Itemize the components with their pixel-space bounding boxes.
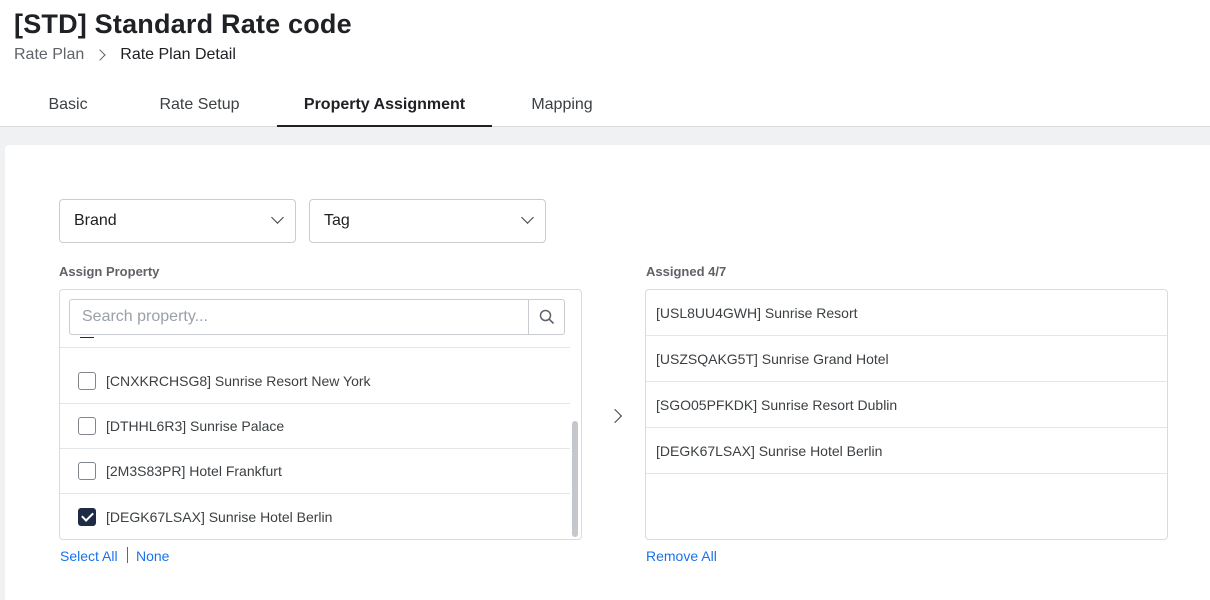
select-none-link[interactable]: None bbox=[136, 548, 169, 564]
assigned-count-label: Assigned 4/7 bbox=[646, 264, 727, 279]
list-scrollbar[interactable] bbox=[572, 421, 578, 537]
list-item bbox=[60, 334, 570, 348]
page-header: [STD] Standard Rate code Rate Plan Rate … bbox=[0, 0, 1210, 127]
checkbox[interactable] bbox=[78, 417, 96, 435]
tag-select[interactable]: Tag bbox=[309, 199, 546, 243]
checkbox-checked[interactable] bbox=[78, 507, 96, 526]
property-label: [CNXKRCHSG8] Sunrise Resort New York bbox=[106, 373, 371, 389]
chevron-down-icon bbox=[271, 211, 284, 224]
available-property-list: [CNXKRCHSG8] Sunrise Resort New York [DT… bbox=[59, 289, 582, 540]
assigned-property-list: [USL8UU4GWH] Sunrise Resort [USZSQAKG5T]… bbox=[645, 289, 1168, 540]
search-button[interactable] bbox=[528, 300, 564, 334]
tab-rate-setup[interactable]: Rate Setup bbox=[159, 86, 240, 127]
brand-select-value: Brand bbox=[74, 212, 117, 229]
assigned-list-item[interactable]: [DEGK67LSAX] Sunrise Hotel Berlin bbox=[646, 428, 1167, 474]
tab-property-assignment[interactable]: Property Assignment bbox=[277, 86, 492, 127]
page-title: [STD] Standard Rate code bbox=[14, 9, 352, 39]
assigned-list-item[interactable]: [USL8UU4GWH] Sunrise Resort bbox=[646, 290, 1167, 336]
move-right-icon[interactable] bbox=[607, 408, 623, 424]
list-item[interactable]: [DTHHL6R3] Sunrise Palace bbox=[60, 404, 570, 449]
assigned-list-item[interactable]: [SGO05PFKDK] Sunrise Resort Dublin bbox=[646, 382, 1167, 428]
breadcrumb-current: Rate Plan Detail bbox=[120, 46, 236, 63]
checkbox[interactable] bbox=[78, 372, 96, 390]
chevron-down-icon bbox=[521, 211, 534, 224]
breadcrumb: Rate Plan Rate Plan Detail bbox=[14, 46, 236, 64]
tab-basic[interactable]: Basic bbox=[38, 86, 98, 127]
property-assignment-card: Brand Tag Assign Property Assigned 4/7 [… bbox=[5, 145, 1210, 600]
chevron-right-icon bbox=[94, 49, 106, 61]
tab-bar: Basic Rate Setup Property Assignment Map… bbox=[0, 86, 595, 127]
list-item[interactable]: [2M3S83PR] Hotel Frankfurt bbox=[60, 449, 570, 494]
list-item[interactable]: [DEGK67LSAX] Sunrise Hotel Berlin bbox=[60, 494, 570, 539]
remove-all-link[interactable]: Remove All bbox=[646, 548, 717, 564]
search-icon bbox=[539, 309, 554, 325]
link-divider bbox=[127, 547, 128, 563]
brand-select[interactable]: Brand bbox=[59, 199, 296, 243]
assign-property-label: Assign Property bbox=[59, 264, 160, 279]
breadcrumb-rate-plan[interactable]: Rate Plan bbox=[14, 46, 84, 64]
checkbox[interactable] bbox=[78, 462, 96, 480]
list-item[interactable]: [CNXKRCHSG8] Sunrise Resort New York bbox=[60, 359, 570, 404]
assigned-list-item[interactable]: [USZSQAKG5T] Sunrise Grand Hotel bbox=[646, 336, 1167, 382]
property-label: [DTHHL6R3] Sunrise Palace bbox=[106, 418, 285, 434]
search-box bbox=[69, 299, 565, 335]
search-input[interactable] bbox=[70, 300, 528, 334]
property-label: [2M3S83PR] Hotel Frankfurt bbox=[106, 463, 282, 479]
tab-mapping[interactable]: Mapping bbox=[529, 86, 595, 127]
select-all-link[interactable]: Select All bbox=[60, 548, 118, 564]
property-label: [DEGK67LSAX] Sunrise Hotel Berlin bbox=[106, 508, 333, 525]
tag-select-value: Tag bbox=[324, 212, 350, 229]
checkbox[interactable] bbox=[80, 334, 94, 338]
